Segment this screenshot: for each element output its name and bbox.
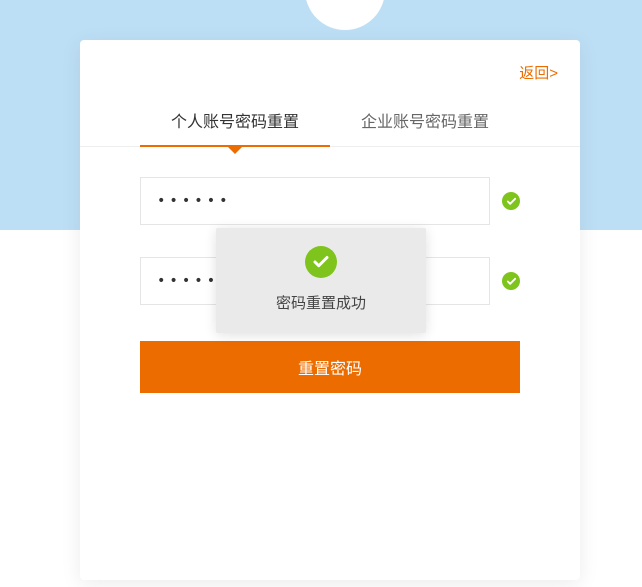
tab-personal[interactable]: 个人账号密码重置 xyxy=(140,108,330,146)
tab-enterprise[interactable]: 企业账号密码重置 xyxy=(330,108,520,146)
password-row-1 xyxy=(140,177,520,225)
checkmark-icon xyxy=(502,192,520,210)
reset-password-button[interactable]: 重置密码 xyxy=(140,341,520,393)
success-toast: 密码重置成功 xyxy=(216,228,426,333)
tab-active-arrow-icon xyxy=(227,146,243,154)
toast-message: 密码重置成功 xyxy=(216,292,426,313)
password-input-1[interactable] xyxy=(140,177,490,225)
tab-enterprise-label: 企业账号密码重置 xyxy=(361,114,489,131)
tabs-container: 个人账号密码重置 企业账号密码重置 xyxy=(80,108,580,147)
checkmark-icon xyxy=(502,272,520,290)
back-link[interactable]: 返回> xyxy=(519,62,558,83)
success-checkmark-icon xyxy=(305,246,337,278)
tab-personal-label: 个人账号密码重置 xyxy=(171,114,299,131)
